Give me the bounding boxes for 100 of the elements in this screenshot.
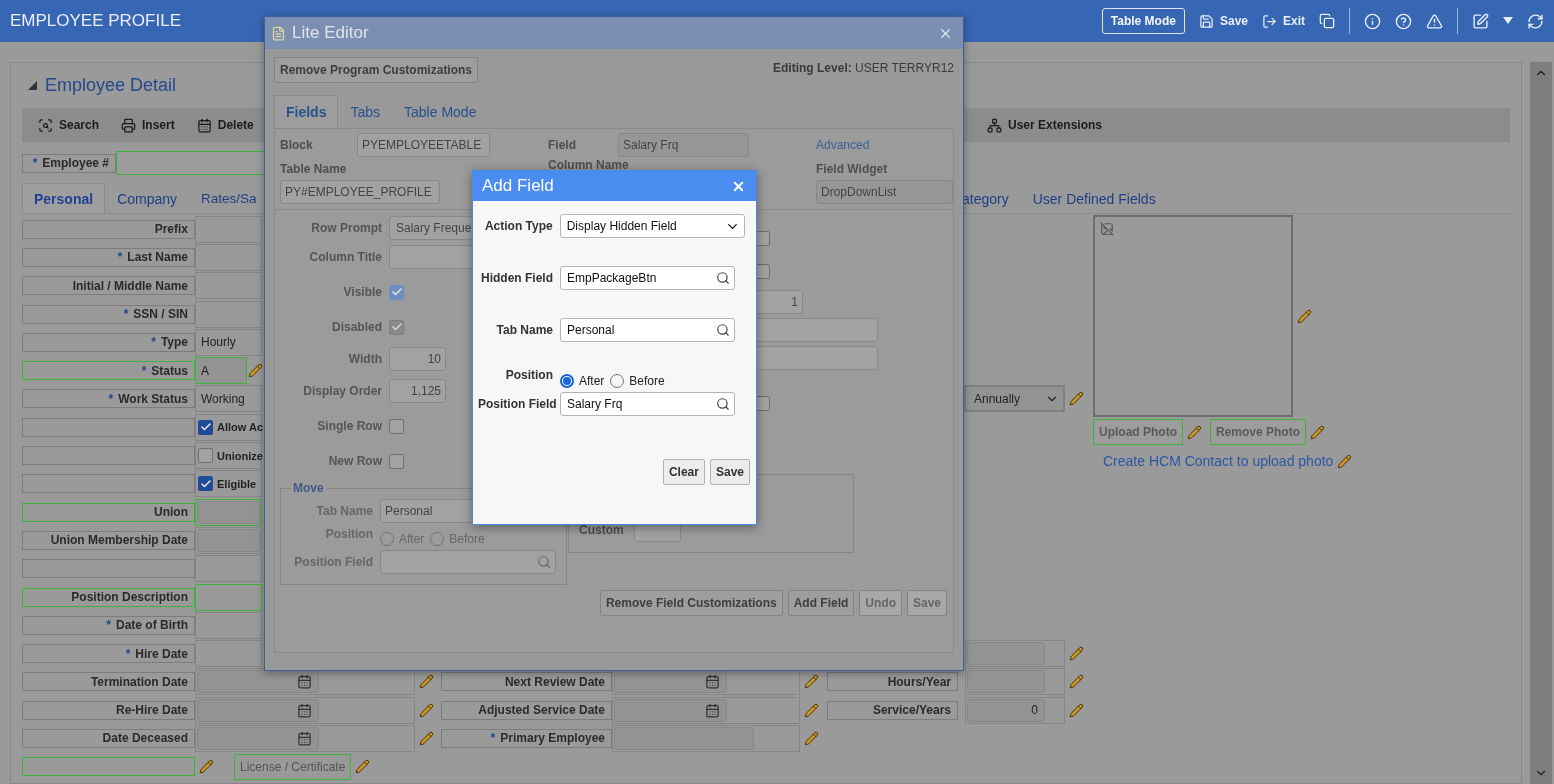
radio-button[interactable]	[560, 374, 574, 388]
input-field[interactable]	[965, 640, 1065, 668]
checkbox[interactable]	[389, 284, 404, 300]
search-field[interactable]: Salary Frq	[560, 392, 735, 416]
tab[interactable]: Table Mode	[392, 95, 489, 128]
input-field[interactable]: A	[195, 357, 247, 385]
checkbox-field[interactable]: Allow Ac	[195, 413, 262, 441]
clear-button[interactable]: Clear	[662, 459, 705, 485]
save-button[interactable]: Save	[709, 459, 750, 485]
dropdown[interactable]: DropDownList	[816, 180, 953, 204]
input-field[interactable]	[612, 725, 800, 752]
toolbar-button[interactable]: Search	[38, 117, 100, 133]
pencil-icon[interactable]	[199, 759, 214, 775]
checkbox[interactable]	[389, 418, 404, 434]
input-field[interactable]	[195, 526, 262, 554]
input-field[interactable]: PY#EMPLOYEE_PROFILE	[280, 180, 440, 204]
input-field[interactable]	[389, 245, 473, 269]
upload-photo-button[interactable]: Upload Photo	[1093, 419, 1183, 445]
remove-customizations-button[interactable]: Remove Program Customizations	[274, 57, 479, 83]
field-label: Visible	[342, 285, 382, 299]
pencil-icon[interactable]	[804, 702, 819, 718]
date-field[interactable]	[612, 696, 800, 724]
input-field[interactable]: Hourly	[195, 328, 262, 356]
input-field[interactable]	[195, 300, 262, 328]
refresh-icon[interactable]	[1527, 12, 1544, 30]
pencil-icon[interactable]	[1310, 424, 1325, 440]
dropdown[interactable]: Annually	[964, 385, 1065, 413]
pencil-icon[interactable]	[355, 759, 371, 775]
input-field[interactable]	[195, 215, 262, 243]
input-field[interactable]	[195, 243, 262, 271]
collapse-icon[interactable]	[28, 80, 37, 90]
checkbox[interactable]	[389, 453, 404, 469]
tab[interactable]: Personal	[22, 183, 106, 213]
license-button[interactable]: License / Certificate	[234, 753, 352, 780]
editor-button[interactable]: Add Field	[787, 590, 855, 616]
save-button[interactable]: Save	[1198, 13, 1248, 29]
date-field[interactable]	[195, 725, 415, 752]
copy-icon[interactable]	[1319, 13, 1335, 29]
date-field[interactable]	[195, 696, 415, 724]
tab[interactable]: User Defined Fields	[1020, 183, 1168, 213]
table-mode-button[interactable]: Table Mode	[1101, 8, 1185, 34]
input-field[interactable]: Salary Freque	[389, 216, 473, 240]
pencil-icon[interactable]	[1069, 391, 1084, 407]
input-field[interactable]: 1,125	[389, 379, 446, 403]
dropdown[interactable]: Display Hidden Field	[559, 214, 745, 238]
input-field[interactable]	[195, 272, 262, 300]
input-field[interactable]: Working	[195, 385, 262, 413]
input-field[interactable]	[965, 668, 1065, 696]
input-field[interactable]: PYEMPLOYEETABLE	[357, 132, 490, 157]
date-field[interactable]	[195, 668, 415, 696]
input-field[interactable]	[195, 555, 262, 583]
field-label: Disabled	[331, 320, 382, 334]
toolbar-button[interactable]: Insert	[121, 117, 175, 133]
exit-button[interactable]: Exit	[1262, 13, 1305, 29]
search-field[interactable]: EmpPackageBtn	[560, 266, 735, 290]
warning-icon[interactable]	[1426, 12, 1443, 30]
pencil-icon[interactable]	[419, 731, 434, 746]
search-field[interactable]: Personal	[560, 318, 735, 342]
input-field[interactable]	[195, 498, 262, 526]
pencil-icon[interactable]	[419, 702, 434, 718]
checkbox[interactable]	[198, 448, 213, 463]
checkbox-field[interactable]: Eligible	[195, 470, 262, 498]
input-field[interactable]: 10	[389, 347, 446, 371]
input-field[interactable]: Salary Frq	[618, 132, 749, 157]
pencil-icon[interactable]	[1297, 308, 1312, 324]
pencil-icon[interactable]	[1069, 702, 1084, 718]
input-field[interactable]	[195, 611, 262, 639]
checkbox[interactable]	[198, 419, 213, 435]
help-icon[interactable]	[1395, 12, 1412, 30]
advanced-link[interactable]: Advanced	[816, 137, 953, 152]
toolbar-button[interactable]: User Extensions	[987, 117, 1103, 133]
edit-icon[interactable]	[1472, 12, 1489, 30]
input-field[interactable]	[195, 583, 262, 611]
pencil-icon[interactable]	[248, 363, 263, 379]
pencil-icon[interactable]	[419, 674, 434, 690]
caret-icon[interactable]	[1503, 17, 1513, 25]
toolbar-button[interactable]: Delete	[196, 117, 254, 133]
search-field[interactable]	[380, 550, 556, 574]
pencil-icon[interactable]	[1337, 453, 1353, 469]
tab[interactable]: Tabs	[338, 95, 393, 128]
pencil-icon[interactable]	[1069, 674, 1084, 690]
field-label: Table Name	[280, 162, 348, 176]
pencil-icon[interactable]	[1069, 646, 1084, 662]
contact-link[interactable]: Create HCM Contact to upload photo	[1103, 453, 1334, 469]
field-label: New Row	[327, 454, 382, 468]
input-field[interactable]	[116, 151, 266, 175]
pencil-icon[interactable]	[804, 731, 819, 746]
info-icon[interactable]	[1364, 12, 1381, 30]
input-field[interactable]: 0	[965, 696, 1065, 724]
scrollbar[interactable]	[1530, 62, 1552, 784]
pencil-icon[interactable]	[1187, 424, 1202, 440]
tab[interactable]: Fields	[274, 95, 339, 128]
checkbox-field[interactable]: Unionize	[195, 442, 262, 469]
remove-photo-button[interactable]: Remove Photo	[1210, 419, 1306, 445]
checkbox[interactable]	[198, 476, 213, 492]
tab[interactable]: Company	[105, 183, 190, 213]
pencil-icon[interactable]	[804, 674, 819, 690]
editor-button[interactable]: Remove Field Customizations	[599, 590, 783, 616]
tab[interactable]: Rates/Sa	[189, 183, 258, 213]
input-field[interactable]	[195, 640, 262, 668]
